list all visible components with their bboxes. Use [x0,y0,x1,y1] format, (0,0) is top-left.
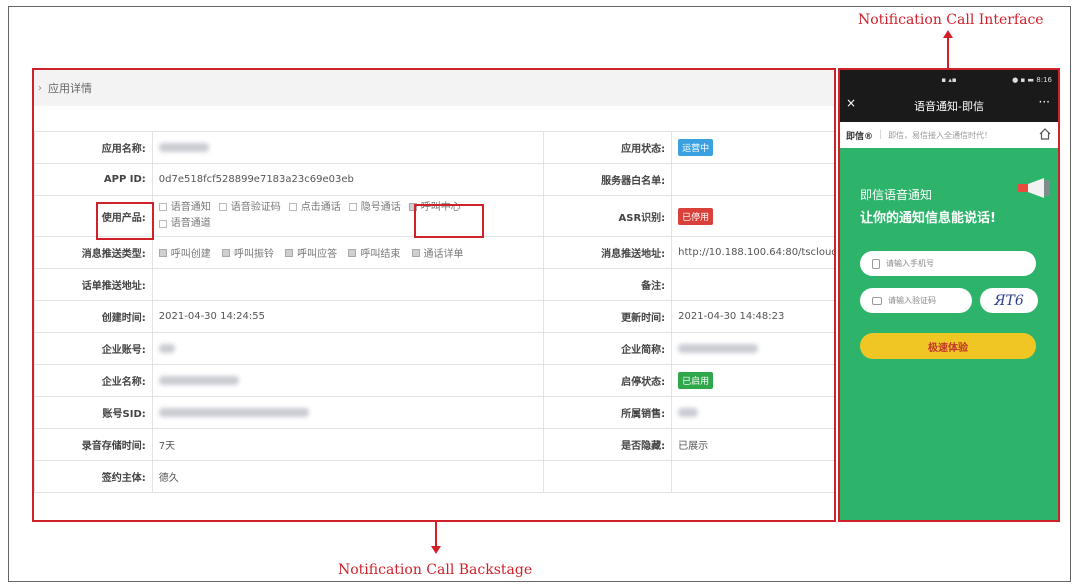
storage-time: 7天 [151,428,545,461]
redacted-value [158,375,239,385]
brand-slogan: 即信，易信接入全通信时代！ [888,130,993,140]
table-row: 企业名称: 启停状态: 已启用 [34,364,834,397]
row-label: 应用状态: [543,131,673,164]
status-badge: 已启用 [678,372,714,389]
redacted-value [158,343,175,353]
status-badge: 已停用 [678,207,714,225]
backstage-panel: › 应用详情 应用名称: 应用状态: 运营中 APP ID: 0d7e518fc… [32,68,836,522]
caption-interface: Notification Call Interface [858,12,1044,28]
breadcrumb-label[interactable]: 应用详情 [48,80,92,96]
page-title: 语音通知-即信 [914,100,984,113]
breadcrumb: › 应用详情 [34,70,834,106]
highlight-call-center [414,204,484,238]
row-label: 所属销售: [543,396,673,429]
hidden-status: 已展示 [671,428,834,461]
push-checkbox-2[interactable]: 呼叫振铃 [221,245,274,260]
promo-heading: 即信语音通知 [860,188,933,202]
push-checkbox-1[interactable]: 呼叫创建 [158,245,211,260]
product-checkbox-1[interactable]: 语音通知 [158,200,211,215]
row-label: APP ID: [34,163,153,196]
caption-backstage: Notification Call Backstage [338,562,533,578]
table-row: 话单推送地址: 备注: [34,268,834,301]
row-label: 签约主体: [34,460,153,493]
table-row: 签约主体: 德久 [34,460,834,493]
updated-time: 2021-04-30 14:48:23 [671,300,834,333]
table-row: 企业账号: 企业简称: [34,332,834,365]
product-checkbox-2[interactable]: 语音验证码 [218,200,281,215]
row-label: 账号SID: [34,396,153,429]
phone-titlebar: ▪ ▴▪ ● ▪ ▬ 8:16 × 语音通知-即信 ··· [840,70,1058,122]
row-label: ASR识别: [543,195,673,237]
table-row: 消息推送类型: 呼叫创建 呼叫振铃 呼叫应答 呼叫结束 通话详单 消息推送地址:… [34,236,834,269]
detail-table: 应用名称: 应用状态: 运营中 APP ID: 0d7e518fcf528899… [34,131,834,493]
brand-logo: 即信® [846,131,874,142]
status-time: 8:16 [1036,76,1052,84]
battery-icon: ● ▪ ▬ [1012,76,1037,84]
status-bar: ▪ ▴▪ ● ▪ ▬ 8:16 [840,76,1058,84]
product-checkbox-4[interactable]: 隐号通话 [348,200,401,215]
push-checkbox-3[interactable]: 呼叫应答 [285,245,337,260]
phone-icon [872,258,880,269]
arrow-up-line [947,38,949,68]
table-row: 账号SID: 所属销售: [34,396,834,429]
promo-subheading: 让你的通知信息能说话! [860,211,996,226]
push-url-value: http://10.188.100.64:80/tscloud/jobserv [671,236,834,269]
table-row: 应用名称: 应用状态: 运营中 [34,131,834,164]
arrow-down-icon [431,546,441,554]
table-row: APP ID: 0d7e518fcf528899e7183a23c69e03eb… [34,163,834,196]
phone-input[interactable]: 请输入手机号 [860,251,1036,276]
created-time: 2021-04-30 14:24:55 [151,300,545,333]
row-label: 企业简称: [543,332,673,365]
row-label: 备注: [543,268,673,301]
row-label: 录音存储时间: [34,428,153,461]
brand-bar: 即信® | 即信，易信接入全通信时代！ [840,122,1058,148]
row-label: 话单推送地址: [34,268,153,301]
highlight-product-label [96,202,154,240]
app-id-value: 0d7e518fcf528899e7183a23c69e03eb [151,163,545,196]
contract-entity: 德久 [151,460,545,493]
product-checkbox-3[interactable]: 点击通话 [288,200,341,215]
home-icon[interactable] [1038,127,1052,141]
row-label: 启停状态: [543,364,673,397]
product-checkbox-6[interactable]: 语音通道 [158,216,211,231]
redacted-value [158,407,309,417]
experience-button[interactable]: 极速体验 [860,333,1036,359]
message-icon [872,296,882,305]
row-label: 服务器白名单: [543,163,673,196]
more-icon[interactable]: ··· [1039,95,1050,109]
divider: | [879,130,883,140]
arrow-up-icon [943,30,953,38]
row-label: 消息推送类型: [34,236,153,269]
row-label: 更新时间: [543,300,673,333]
row-label: 创建时间: [34,300,153,333]
captcha-image[interactable]: ЯT6 [980,288,1038,313]
code-input[interactable]: 请输入验证码 [860,288,972,313]
row-label: 企业名称: [34,364,153,397]
arrow-down-line [435,522,437,546]
redacted-value [158,142,209,152]
status-badge: 运营中 [678,139,714,156]
redacted-value [678,407,699,417]
row-label: 是否隐藏: [543,428,673,461]
chevron-right-icon: › [38,82,42,94]
table-row: 创建时间: 2021-04-30 14:24:55 更新时间: 2021-04-… [34,300,834,333]
row-label: 消息推送地址: [543,236,673,269]
push-checkbox-4[interactable]: 呼叫结束 [348,245,400,260]
redacted-value [678,343,759,353]
push-checkbox-5[interactable]: 通话详单 [411,245,464,260]
table-row: 录音存储时间: 7天 是否隐藏: 已展示 [34,428,834,461]
signal-icon: ▪ ▴▪ [941,76,957,84]
row-label: 企业账号: [34,332,153,365]
phone-screen: ▪ ▴▪ ● ▪ ▬ 8:16 × 语音通知-即信 ··· 即信® | 即信，易… [838,68,1060,522]
row-label: 应用名称: [34,131,153,164]
megaphone-icon [1018,178,1050,198]
